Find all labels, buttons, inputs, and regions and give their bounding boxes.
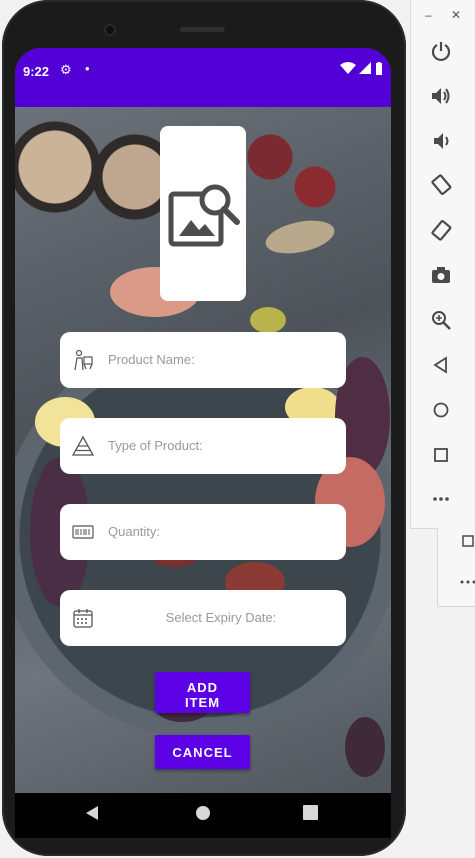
volume-up-icon[interactable]: [430, 85, 456, 111]
product-name-field[interactable]: Product Name:: [60, 332, 346, 388]
close-button[interactable]: ✕: [451, 8, 461, 22]
type-of-product-placeholder: Type of Product:: [108, 438, 203, 453]
status-bar: 9:22 ⚙ •: [15, 48, 391, 107]
zoom-icon[interactable]: [430, 309, 456, 335]
secondary-emulator-panel: [437, 528, 475, 607]
more-icon[interactable]: [430, 488, 456, 514]
image-picker[interactable]: [160, 126, 246, 301]
more-icon[interactable]: [460, 572, 475, 590]
quantity-field[interactable]: Quantity:: [60, 504, 346, 560]
add-item-button[interactable]: ADD ITEM: [155, 672, 250, 713]
cancel-button[interactable]: CANCEL: [155, 735, 250, 769]
nav-home-icon[interactable]: [195, 805, 211, 826]
app-screen: 9:22 ⚙ • Product Name: Type of Product: …: [15, 48, 391, 793]
settings-gear-icon: ⚙: [60, 62, 72, 77]
quantity-placeholder: Quantity:: [108, 524, 161, 539]
wifi-icon: [340, 62, 356, 78]
shopping-person-icon: [74, 349, 93, 371]
overview-icon[interactable]: [462, 534, 474, 552]
status-time: 9:22: [23, 64, 50, 79]
volume-down-icon[interactable]: [430, 130, 456, 156]
phone-frame: 9:22 ⚙ • Product Name: Type of Product: …: [2, 0, 406, 856]
barcode-icon: [72, 525, 94, 539]
expiry-date-selector[interactable]: Select Expiry Date:: [60, 590, 346, 646]
minimize-button[interactable]: –: [425, 8, 432, 22]
phone-speaker: [180, 27, 225, 32]
nav-overview-icon[interactable]: [303, 805, 318, 825]
overview-icon[interactable]: [430, 444, 456, 470]
camera-icon[interactable]: [430, 264, 456, 290]
type-of-product-field[interactable]: Type of Product:: [60, 418, 346, 474]
navigation-bar: [15, 793, 391, 838]
power-icon[interactable]: [430, 40, 456, 66]
battery-icon: [375, 62, 383, 78]
signal-icon: [359, 62, 371, 78]
rotate-right-icon[interactable]: [430, 219, 456, 245]
pyramid-icon: [72, 435, 94, 456]
image-search-icon: [168, 184, 240, 247]
emulator-control-panel: – ✕: [410, 0, 474, 529]
photo-olive: [250, 307, 286, 333]
photo-grapes: [345, 717, 385, 777]
add-item-button-label-line2: ITEM: [184, 694, 221, 710]
nav-back-icon[interactable]: [85, 805, 99, 826]
add-item-button-label-line1: ADD: [186, 679, 219, 695]
expiry-date-label: Select Expiry Date:: [165, 610, 277, 625]
photo-fork: [262, 215, 338, 259]
back-icon[interactable]: [430, 354, 456, 380]
front-camera: [104, 24, 116, 36]
rotate-left-icon[interactable]: [430, 174, 456, 200]
product-name-placeholder: Product Name:: [108, 352, 195, 367]
home-icon[interactable]: [430, 399, 456, 425]
notification-dot-icon: •: [85, 61, 90, 76]
